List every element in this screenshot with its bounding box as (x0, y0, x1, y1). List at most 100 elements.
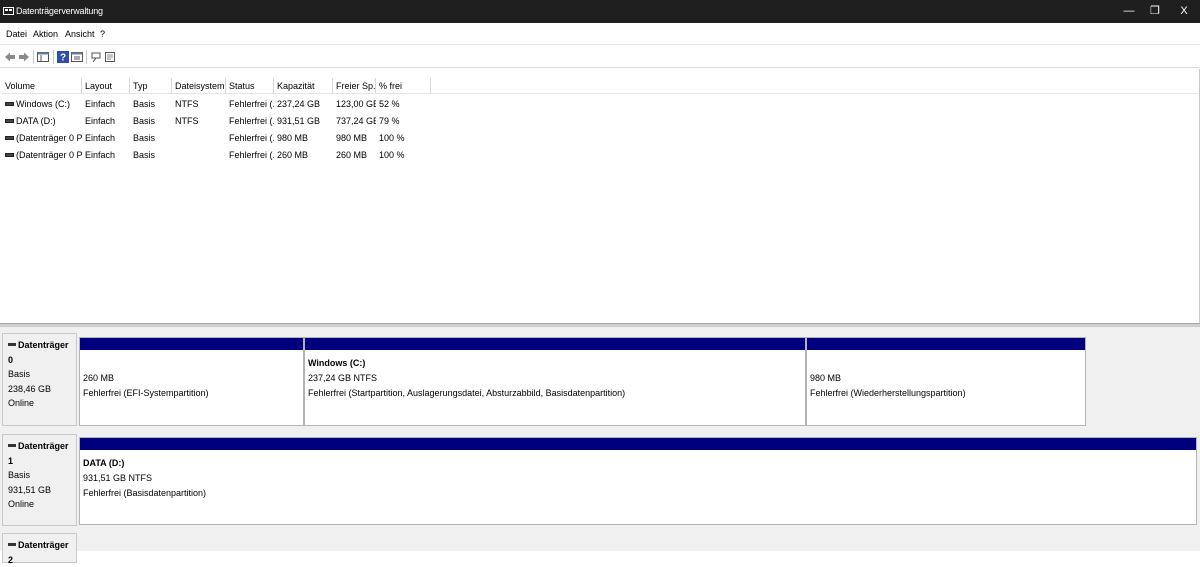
cell-layout: Einfach (85, 99, 116, 109)
cell-volume: (Datenträger 0 Par... (2, 130, 82, 147)
toolbar-separator (53, 50, 54, 64)
cell-kapazitaet: 931,51 GB (277, 116, 321, 126)
partition-windows-c[interactable]: Windows (C:) 237,24 GB NTFS Fehlerfrei (… (304, 337, 806, 426)
partition-size: 260 MB (83, 373, 115, 383)
disk-1-state: Online (8, 499, 35, 509)
cell-typ: Basis (133, 150, 156, 160)
partition-name (83, 356, 300, 371)
cell-typ: Basis (133, 133, 156, 143)
partition-data-d[interactable]: DATA (D:) 931,51 GB NTFS Fehlerfrei (Bas… (79, 437, 1197, 525)
disk-1-label[interactable]: Datenträger 1 Basis 931,51 GB Online (2, 434, 77, 526)
cell-status: Fehlerfrei (... (229, 150, 274, 160)
menu-datei[interactable]: Datei (6, 29, 27, 39)
properties-icon[interactable] (70, 50, 84, 64)
volume-icon (5, 152, 14, 157)
partition-name (810, 356, 1082, 371)
disk-0-label[interactable]: Datenträger 0 Basis 238,46 GB Online (2, 333, 77, 426)
cell-typ: Basis (133, 116, 156, 126)
volume-icon (5, 118, 14, 123)
cell-dateisystem: NTFS (175, 99, 199, 109)
partition-name: Windows (C:) (308, 358, 366, 368)
table-row[interactable]: (Datenträger 0 Par... Einfach Basis Fehl… (2, 147, 1198, 164)
cell-status: Fehlerfrei (... (229, 99, 274, 109)
console-tree-icon[interactable] (36, 50, 50, 64)
title-bar: Datenträgerverwaltung — ❐ X (0, 0, 1200, 23)
column-header-freier-speicher[interactable]: Freier Sp... (333, 78, 376, 94)
disk-2-row: Datenträger 2 (0, 527, 1200, 565)
cell-freier-speicher: 260 MB (336, 150, 368, 160)
cell-prozent-frei: 79 % (379, 116, 400, 126)
partition-name: DATA (D:) (83, 458, 125, 468)
menu-help[interactable]: ? (100, 29, 105, 39)
menu-aktion[interactable]: Aktion (33, 29, 58, 39)
cell-volume: Windows (C:) (2, 96, 82, 113)
close-button[interactable]: X (1169, 0, 1199, 23)
disk-1-size: 931,51 GB (8, 484, 52, 495)
cell-typ: Basis (133, 99, 156, 109)
table-row[interactable]: (Datenträger 0 Par... Einfach Basis Fehl… (2, 130, 1198, 147)
disk-0-row: Datenträger 0 Basis 238,46 GB Online 260… (0, 327, 1200, 427)
disk-management-app-icon (3, 7, 14, 15)
partition-bar (80, 438, 1196, 450)
menu-bar: Datei Aktion Ansicht ? (0, 23, 1200, 45)
disk-0-state: Online (8, 398, 35, 408)
disk-0-type: Basis (8, 369, 31, 379)
partition-status: Fehlerfrei (Startpartition, Auslagerungs… (308, 388, 626, 398)
column-header-dateisystem[interactable]: Dateisystem (172, 78, 226, 94)
disk-1-name: Datenträger 1 (8, 441, 69, 466)
toolbar-separator (33, 50, 34, 64)
column-header-kapazitaet[interactable]: Kapazität (274, 78, 333, 94)
partition-status: Fehlerfrei (Wiederherstellungspartition) (810, 388, 966, 398)
cell-volume: DATA (D:) (2, 113, 82, 130)
toolbar-separator (86, 50, 87, 64)
partition-bar (80, 338, 303, 350)
disk-icon (8, 444, 16, 448)
partition-efi[interactable]: 260 MB Fehlerfrei (EFI-Systempartition) (79, 337, 304, 426)
disk-icon (8, 343, 16, 347)
disk-2-name: Datenträger 2 (8, 540, 69, 565)
disk-1-type: Basis (8, 470, 31, 480)
connect-icon[interactable] (89, 50, 103, 64)
volume-list: Volume Layout Typ Dateisystem Status Kap… (0, 69, 1200, 323)
disk-2-label[interactable]: Datenträger 2 (2, 533, 77, 565)
help-icon[interactable]: ? (56, 50, 70, 64)
back-icon[interactable] (3, 50, 17, 64)
cell-prozent-frei: 100 % (379, 150, 405, 160)
table-row[interactable]: DATA (D:) Einfach Basis NTFS Fehlerfrei … (2, 113, 1198, 130)
settings-icon[interactable] (103, 50, 117, 64)
cell-dateisystem (172, 147, 226, 164)
disk-0-size: 238,46 GB (8, 383, 52, 394)
cell-dateisystem: NTFS (175, 116, 199, 126)
cell-freier-speicher: 737,24 GB (336, 116, 376, 126)
cell-dateisystem (172, 130, 226, 147)
forward-icon[interactable] (17, 50, 31, 64)
restore-button[interactable]: ❐ (1140, 0, 1170, 23)
menu-ansicht[interactable]: Ansicht (65, 29, 95, 39)
partition-bar (305, 338, 805, 350)
svg-text:?: ? (60, 53, 66, 64)
cell-status: Fehlerfrei (... (229, 116, 274, 126)
cell-layout: Einfach (85, 116, 116, 126)
cell-layout: Einfach (85, 133, 116, 143)
column-header-prozent-frei[interactable]: % frei (376, 78, 431, 94)
column-header-layout[interactable]: Layout (82, 78, 130, 94)
partition-recovery[interactable]: 980 MB Fehlerfrei (Wiederherstellungspar… (806, 337, 1086, 426)
cell-prozent-frei: 52 % (379, 99, 400, 109)
disk-1-row: Datenträger 1 Basis 931,51 GB Online DAT… (0, 428, 1200, 528)
partition-status: Fehlerfrei (EFI-Systempartition) (83, 388, 209, 398)
disk-icon (8, 543, 16, 547)
cell-layout: Einfach (85, 150, 116, 160)
cell-kapazitaet: 260 MB (277, 150, 309, 160)
column-header-typ[interactable]: Typ (130, 78, 172, 94)
partition-size: 980 MB (810, 373, 842, 383)
partition-status: Fehlerfrei (Basisdatenpartition) (83, 488, 207, 498)
cell-freier-speicher: 123,00 GB (336, 99, 376, 109)
table-row[interactable]: Windows (C:) Einfach Basis NTFS Fehlerfr… (2, 96, 1198, 113)
column-header-status[interactable]: Status (226, 78, 274, 94)
cell-kapazitaet: 980 MB (277, 133, 309, 143)
volume-icon (5, 135, 14, 140)
partition-size: 237,24 GB NTFS (308, 373, 378, 383)
column-header-volume[interactable]: Volume (2, 78, 82, 94)
partition-size: 931,51 GB NTFS (83, 473, 153, 483)
disk-0-name: Datenträger 0 (8, 340, 69, 365)
